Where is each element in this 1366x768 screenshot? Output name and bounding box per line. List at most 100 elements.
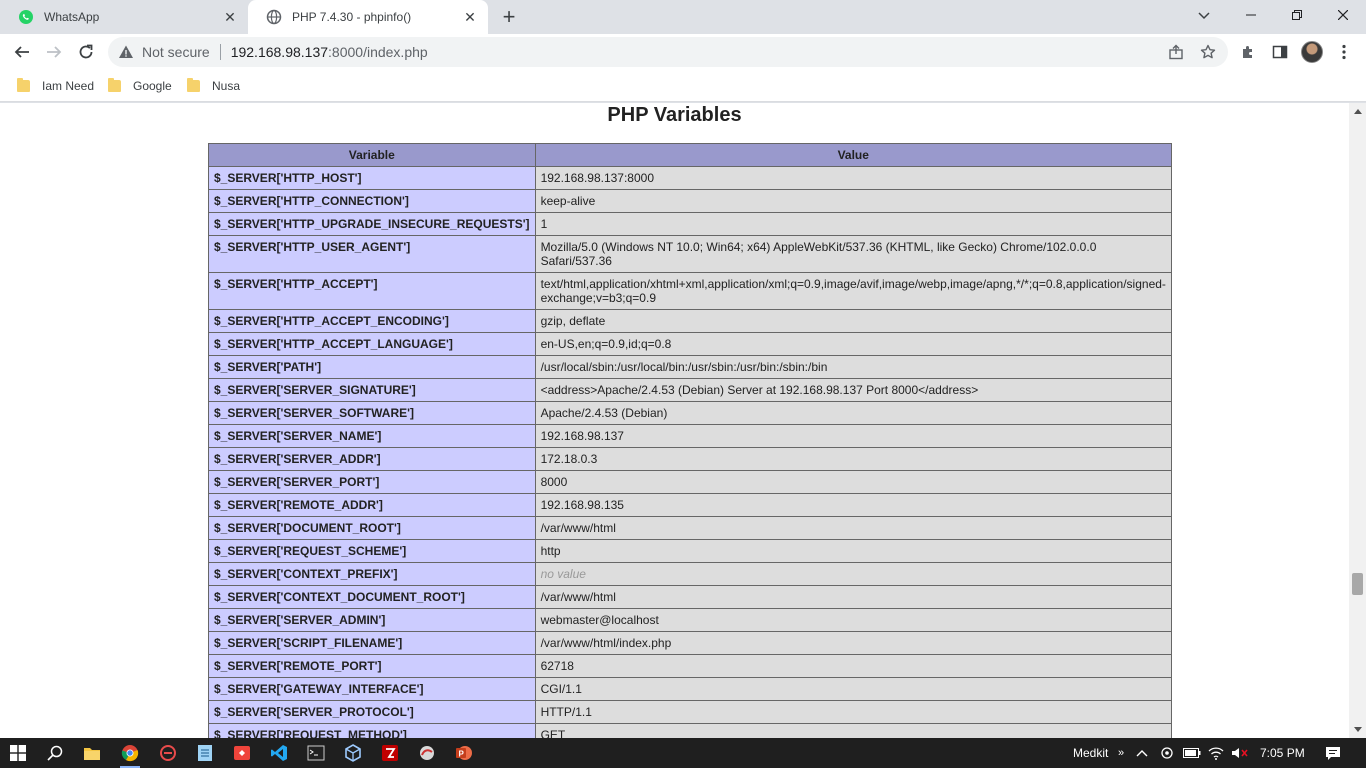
app-icon[interactable] [415, 741, 439, 765]
value-cell: GET [534, 723, 1172, 738]
bookmark-folder[interactable]: Iam Need [17, 76, 94, 96]
variable-cell: $_SERVER['SERVER_ADMIN'] [208, 608, 536, 632]
virtualbox-icon[interactable] [341, 741, 365, 765]
anydesk-icon[interactable] [230, 741, 254, 765]
filezilla-icon[interactable] [378, 741, 402, 765]
variable-cell: $_SERVER['HTTP_ACCEPT_ENCODING'] [208, 309, 536, 333]
forward-button[interactable] [40, 38, 68, 66]
variable-cell: $_SERVER['CONTEXT_DOCUMENT_ROOT'] [208, 585, 536, 609]
table-row: $_SERVER['SERVER_ADMIN'] webmaster@localh… [208, 608, 1172, 632]
vertical-scrollbar[interactable] [1349, 103, 1366, 738]
value-cell: 172.18.0.3 [534, 447, 1172, 471]
close-tab-icon[interactable]: ✕ [220, 7, 240, 27]
notepad-icon[interactable] [193, 741, 217, 765]
value-cell: 192.168.98.137:8000 [534, 166, 1172, 190]
tray-label[interactable]: Medkit [1073, 738, 1108, 768]
scroll-down-arrow-icon[interactable] [1349, 721, 1366, 738]
page-viewport: PHP Variables Variable Value $_SERVER['H… [0, 103, 1349, 738]
menu-button[interactable] [1330, 38, 1358, 66]
close-tab-icon[interactable]: ✕ [460, 7, 480, 27]
value-cell: CGI/1.1 [534, 677, 1172, 701]
file-explorer-icon[interactable] [80, 741, 104, 765]
avatar [1301, 41, 1323, 63]
column-header: Value [534, 143, 1172, 167]
table-row: $_SERVER['HTTP_ACCEPT'] text/html,applica… [208, 272, 1172, 310]
tab-whatsapp[interactable]: WhatsApp ✕ [0, 0, 248, 34]
tab-strip: WhatsApp ✕ PHP 7.4.30 - phpinfo() ✕ + [0, 0, 1366, 34]
warning-icon[interactable] [118, 44, 134, 60]
globe-icon [266, 9, 282, 25]
bookmark-label: Nusa [212, 79, 241, 93]
chrome-icon[interactable] [118, 741, 142, 768]
value-cell: webmaster@localhost [534, 608, 1172, 632]
variable-cell: $_SERVER['REQUEST_METHOD'] [208, 723, 536, 738]
url-path: :8000/index.php [328, 44, 428, 60]
variable-cell: $_SERVER['SERVER_ADDR'] [208, 447, 536, 471]
share-icon[interactable] [1162, 37, 1190, 67]
restore-button[interactable] [1274, 0, 1320, 30]
close-window-button[interactable] [1320, 0, 1366, 30]
battery-icon[interactable] [1183, 738, 1201, 768]
bookmarks-bar: Iam Need Google Nusa [0, 70, 1366, 102]
variable-cell: $_SERVER['DOCUMENT_ROOT'] [208, 516, 536, 540]
side-panel-icon [1272, 45, 1288, 59]
profile-button[interactable] [1298, 38, 1326, 66]
reload-button[interactable] [72, 38, 100, 66]
bookmark-star-icon[interactable] [1194, 37, 1222, 67]
table-row: $_SERVER['SERVER_PORT'] 8000 [208, 470, 1172, 494]
value-cell: /var/www/html [534, 516, 1172, 540]
table-row: $_SERVER['HTTP_HOST'] 192.168.98.137:8000 [208, 166, 1172, 190]
minimize-button[interactable] [1228, 0, 1274, 30]
value-cell: <address>Apache/2.4.53 (Debian) Server a… [534, 378, 1172, 402]
security-label[interactable]: Not secure [142, 44, 210, 60]
scrollbar-thumb[interactable] [1352, 573, 1363, 595]
windows-start-icon[interactable] [6, 741, 30, 765]
table-row: $_SERVER['REQUEST_SCHEME'] http [208, 539, 1172, 563]
variable-cell: $_SERVER['PATH'] [208, 355, 536, 379]
scroll-up-arrow-icon[interactable] [1349, 103, 1366, 120]
variable-cell: $_SERVER['SERVER_SOFTWARE'] [208, 401, 536, 425]
table-row: $_SERVER['HTTP_CONNECTION'] keep-alive [208, 189, 1172, 213]
table-header-row: Variable Value [208, 143, 1172, 167]
extensions-button[interactable] [1234, 38, 1262, 66]
variable-cell: $_SERVER['HTTP_CONNECTION'] [208, 189, 536, 213]
search-icon[interactable] [43, 741, 67, 765]
table-row: $_SERVER['DOCUMENT_ROOT']/var/www/html [208, 516, 1172, 540]
terminal-icon[interactable] [304, 741, 328, 765]
bookmark-folder[interactable]: Nusa [187, 76, 240, 96]
wifi-icon[interactable] [1208, 738, 1224, 768]
value-cell: 192.168.98.137 [534, 424, 1172, 448]
powerpoint-icon[interactable]: P [452, 741, 476, 765]
chevron-right-icon[interactable]: » [1118, 738, 1124, 768]
variable-cell: $_SERVER['SERVER_PORT'] [208, 470, 536, 494]
value-cell: 62718 [534, 654, 1172, 678]
table-row: $_SERVER['REMOTE_ADDR'] 192.168.98.135 [208, 493, 1172, 517]
volume-muted-icon[interactable] [1231, 738, 1249, 768]
side-panel-button[interactable] [1266, 38, 1294, 66]
variable-cell: $_SERVER['HTTP_HOST'] [208, 166, 536, 190]
address-bar[interactable]: Not secure 192.168.98.137:8000/index.php [108, 37, 1228, 67]
meet-now-icon[interactable] [1160, 738, 1174, 768]
value-cell: /var/www/html [534, 585, 1172, 609]
variable-cell: $_SERVER['REMOTE_ADDR'] [208, 493, 536, 517]
value-cell: no value [534, 562, 1172, 586]
variable-cell: $_SERVER['HTTP_ACCEPT_LANGUAGE'] [208, 332, 536, 356]
variable-cell: $_SERVER['HTTP_UPGRADE_INSECURE_REQUESTS… [208, 212, 536, 236]
table-row: $_SERVER['SERVER_PROTOCOL'] HTTP/1.1 [208, 700, 1172, 724]
table-row: $_SERVER['HTTP_ACCEPT_LANGUAGE'] en-US,en… [208, 332, 1172, 356]
tab-phpinfo[interactable]: PHP 7.4.30 - phpinfo() ✕ [248, 0, 488, 34]
notifications-icon[interactable] [1325, 738, 1341, 768]
clock[interactable]: 7:05 PM [1260, 738, 1305, 768]
chevron-up-icon[interactable] [1136, 738, 1148, 768]
bookmark-label: Google [133, 79, 172, 93]
tab-search-button[interactable] [1190, 4, 1218, 28]
forward-arrow-icon [47, 46, 62, 58]
value-cell: keep-alive [534, 189, 1172, 213]
bookmark-folder[interactable]: Google [108, 76, 172, 96]
app-icon[interactable] [156, 741, 180, 765]
back-button[interactable] [8, 38, 36, 66]
vscode-icon[interactable] [267, 741, 291, 765]
new-tab-button[interactable]: + [496, 4, 522, 29]
table-row: $_SERVER['REQUEST_METHOD'] GET [208, 723, 1172, 738]
table-row: $_SERVER['REMOTE_PORT'] 62718 [208, 654, 1172, 678]
